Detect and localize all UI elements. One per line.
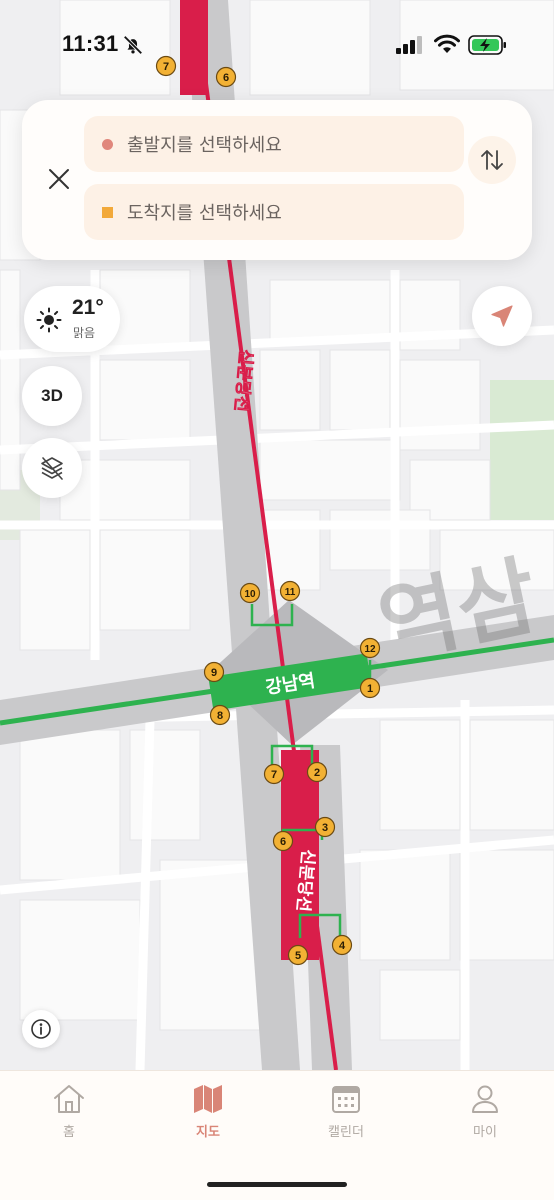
tab-label: 캘린더 [328, 1125, 364, 1140]
station-exit-1[interactable]: 1 [359, 677, 381, 699]
weather-widget[interactable]: 21° 맑음 [24, 286, 120, 352]
calendar-icon [332, 1086, 360, 1113]
station-exit-3[interactable]: 3 [314, 816, 336, 838]
destination-field[interactable]: 도착지를 선택하세요 [84, 184, 464, 240]
exit-number: 12 [364, 644, 376, 655]
cellular-signal-icon [396, 36, 422, 54]
swap-button[interactable] [468, 136, 516, 184]
layers-button[interactable] [22, 438, 82, 498]
exit-number: 5 [295, 950, 301, 962]
home-indicator [207, 1182, 347, 1187]
bell-muted-icon [123, 35, 143, 55]
weather-temperature: 21° [72, 296, 104, 319]
park-area [490, 380, 554, 520]
my-location-button[interactable] [472, 286, 532, 346]
tab-label: 마이 [473, 1125, 497, 1140]
tab-home[interactable]: 홈 [14, 1083, 124, 1153]
exit-number: 2 [314, 767, 320, 779]
exit-number: 7 [271, 769, 277, 781]
swap-arrows-icon [481, 150, 503, 170]
person-icon [472, 1085, 498, 1113]
station-exit-11[interactable]: 11 [279, 580, 301, 602]
tab-calendar[interactable]: 캘린더 [291, 1083, 401, 1153]
close-icon [49, 169, 69, 189]
status-bar: 11:31 [0, 0, 554, 92]
station-exit-2[interactable]: 2 [306, 761, 328, 783]
exit-number: 9 [211, 667, 217, 679]
home-icon [54, 1085, 84, 1113]
sun-icon [36, 307, 62, 333]
exit-number: 1 [367, 683, 373, 695]
tab-map[interactable]: 지도 [153, 1083, 263, 1153]
tab-label: 홈 [63, 1125, 75, 1140]
wifi-icon [434, 34, 460, 53]
exit-number: 6 [280, 836, 286, 848]
station-exit-7[interactable]: 7 [263, 763, 285, 785]
close-button[interactable] [42, 162, 76, 196]
exit-number: 10 [244, 589, 256, 600]
destination-square-icon [102, 206, 113, 218]
station-exit-5[interactable]: 5 [287, 944, 309, 966]
station-exit-12[interactable]: 12 [359, 637, 381, 659]
origin-dot-icon [102, 138, 113, 150]
exit-number: 3 [322, 822, 328, 834]
destination-placeholder: 도착지를 선택하세요 [127, 203, 282, 224]
station-exit-8[interactable]: 8 [209, 704, 231, 726]
battery-charging-icon [468, 35, 506, 55]
tab-label: 지도 [196, 1125, 220, 1140]
weather-condition: 맑음 [73, 326, 96, 340]
info-button[interactable] [22, 1010, 60, 1048]
bottom-tab-bar: 홈 지도 캘린더 마이 [0, 1070, 554, 1200]
exit-number: 8 [217, 710, 223, 722]
info-icon [31, 1019, 51, 1039]
exit-number: 11 [285, 587, 296, 598]
location-arrow-icon [491, 305, 513, 327]
tab-my[interactable]: 마이 [430, 1083, 540, 1153]
exit-number: 4 [339, 940, 346, 952]
status-time: 11:31 [62, 31, 119, 56]
station-exit-4[interactable]: 4 [331, 934, 353, 956]
origin-placeholder: 출발지를 선택하세요 [127, 135, 282, 156]
three-d-toggle-button[interactable]: 3D [22, 366, 82, 426]
station-exit-10[interactable]: 10 [239, 582, 261, 604]
route-search-card: 출발지를 선택하세요 도착지를 선택하세요 [22, 100, 532, 260]
map-icon [194, 1085, 222, 1113]
station-exit-6[interactable]: 6 [272, 830, 294, 852]
layers-off-icon [41, 457, 63, 480]
station-exit-9[interactable]: 9 [203, 661, 225, 683]
origin-field[interactable]: 출발지를 선택하세요 [84, 116, 464, 172]
